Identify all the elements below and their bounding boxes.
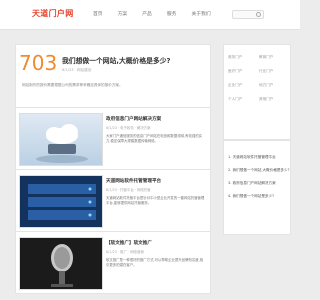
hot-article-link[interactable]: 3. 政府信息门户网站解决方案 xyxy=(228,181,286,186)
featured-meta: 8/1/23 · 网站建设 xyxy=(62,68,92,72)
site-logo[interactable]: 天道门户网 xyxy=(32,8,74,19)
top-bar: 天道门户网 首页 方案 产品 服务 关于我们 xyxy=(0,0,300,30)
nav-item-about[interactable]: 关于我们 xyxy=(191,10,210,17)
search-input[interactable] xyxy=(232,10,264,19)
cloud-illustration xyxy=(20,114,102,165)
article-meta: 8/1/23 · 托管平台 · 网络托管 xyxy=(106,188,151,192)
article-item: 【软文推广】软文推广 8/1/23 · 推广 · 网络营销 软文推广是一种很好的… xyxy=(15,232,211,294)
article-thumbnail-cloud[interactable] xyxy=(19,113,103,166)
article-description: 软文推广是一种很好的推广方式,可以帮助企业提升品牌知名度,吸引更多的潜在客户。 xyxy=(106,258,204,267)
article-title[interactable]: 天道网站软件托管管理平台 xyxy=(106,178,161,184)
featured-post: 703 我们想做一个网站,大概价格是多少? 8/1/23 · 网站建设 网站制作… xyxy=(15,44,211,108)
sidebar: 政务门户 教育门户 医疗门户 行业门户 企业门户 地方门户 个人门户 其他门户 … xyxy=(223,44,291,235)
nav-item-solutions[interactable]: 方案 xyxy=(118,10,128,17)
tag-list: 政务门户 教育门户 医疗门户 行业门户 企业门户 地方门户 个人门户 其他门户 xyxy=(228,55,286,102)
microphone-illustration xyxy=(20,238,102,289)
article-item: 政府信息门户网站解决方案 8/1/23 · 电子政务 · 解决方案 大家门户通信… xyxy=(15,108,211,170)
search-icon[interactable] xyxy=(256,12,261,17)
article-title[interactable]: 政府信息门户网站解决方案 xyxy=(106,116,161,122)
tag-link[interactable]: 地方门户 xyxy=(259,83,286,88)
server-illustration xyxy=(20,176,102,227)
article-item: 天道网站软件托管管理平台 8/1/23 · 托管平台 · 网络托管 天道网站软件… xyxy=(15,170,211,232)
nav-item-products[interactable]: 产品 xyxy=(142,10,152,17)
featured-title[interactable]: 我们想做一个网站,大概价格是多少? xyxy=(62,55,170,65)
nav-item-services[interactable]: 服务 xyxy=(167,10,177,17)
tag-cloud: 政务门户 教育门户 医疗门户 行业门户 企业门户 地方门户 个人门户 其他门户 xyxy=(223,44,291,140)
article-thumbnail-server[interactable] xyxy=(19,175,103,228)
tag-link[interactable]: 教育门户 xyxy=(259,55,286,60)
tag-link[interactable]: 其他门户 xyxy=(259,97,286,102)
hot-article-link[interactable]: 1. 天道网站软件托管管理平台 xyxy=(228,155,286,160)
article-title[interactable]: 【软文推广】软文推广 xyxy=(106,240,152,246)
article-thumbnail-microphone[interactable] xyxy=(19,237,103,290)
main-nav: 首页 方案 产品 服务 关于我们 xyxy=(93,10,226,17)
hot-article-link[interactable]: 2. 我们想做一个网站,大概价格是多少? xyxy=(228,168,290,173)
tag-link[interactable]: 个人门户 xyxy=(228,97,255,102)
tag-link[interactable]: 医疗门户 xyxy=(228,69,255,74)
article-description: 天道网站软件托管平台是针对中小型企业开发的一套网站托管管理平台,能够提供网站托管… xyxy=(106,196,205,205)
tag-link[interactable]: 企业门户 xyxy=(228,83,255,88)
main-content: 703 我们想做一个网站,大概价格是多少? 8/1/23 · 网站建设 网站制作… xyxy=(15,44,211,294)
article-meta: 8/1/23 · 电子政务 · 解决方案 xyxy=(106,126,151,130)
hot-article-link[interactable]: 4. 我们想做一个网站是多少? xyxy=(228,194,286,199)
article-meta: 8/1/23 · 推广 · 网络营销 xyxy=(106,250,144,254)
tag-link[interactable]: 政务门户 xyxy=(228,55,255,60)
featured-description: 网站制作的报价需要根据公司的需求等来确定具体的报价方案。 xyxy=(22,83,123,87)
article-description: 大家门户通信服务的信息门户网站在电信和数据领域,有较强的实力,稳定保障大规模数据… xyxy=(106,134,203,143)
hot-articles: 1. 天道网站软件托管管理平台 2. 我们想做一个网站,大概价格是多少? 3. … xyxy=(223,140,291,235)
nav-item-home[interactable]: 首页 xyxy=(93,10,103,17)
featured-number: 703 xyxy=(19,51,58,75)
tag-link[interactable]: 行业门户 xyxy=(259,69,286,74)
